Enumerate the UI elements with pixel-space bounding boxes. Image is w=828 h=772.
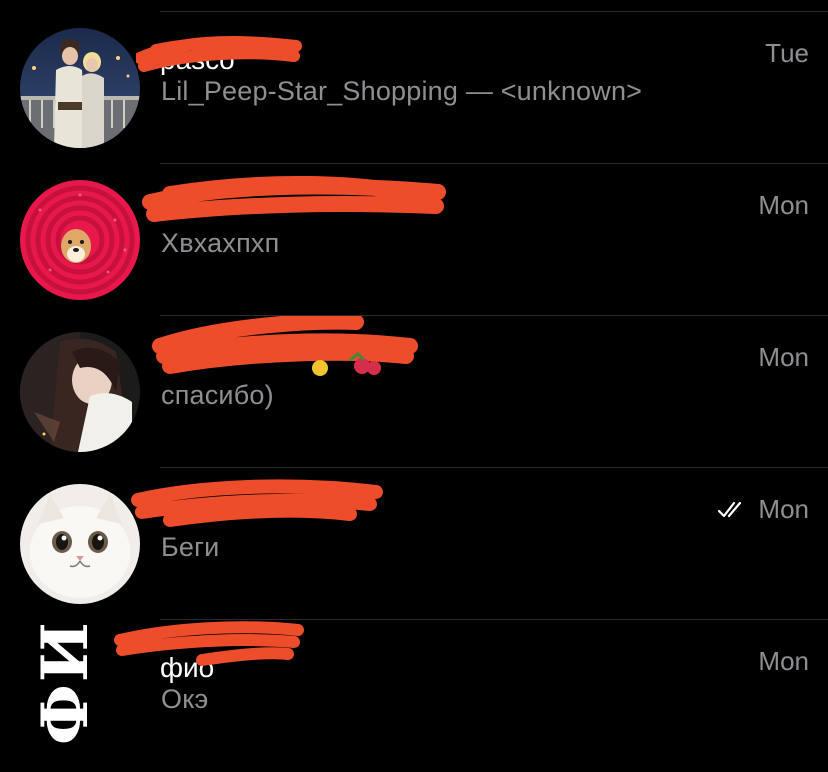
- chat-time: Mon: [758, 646, 809, 677]
- chat-time: Mon: [758, 190, 809, 221]
- time-label: Mon: [758, 494, 809, 524]
- chat-preview: Lil_Peep-Star_Shopping — <unknown>: [161, 76, 643, 106]
- time-label: Tue: [765, 38, 809, 68]
- chat-time: Mon: [758, 342, 809, 373]
- chat-name: pasco: [160, 44, 235, 75]
- time-label: Mon: [758, 342, 809, 372]
- time-label: Mon: [758, 646, 809, 676]
- chat-row[interactable]: Беги Mon: [0, 468, 828, 620]
- chat-preview: Окэ: [161, 684, 209, 714]
- redaction-scribble: [152, 316, 418, 376]
- double-check-icon: [718, 501, 748, 519]
- avatar[interactable]: [20, 484, 140, 604]
- chat-preview: спасибо): [161, 380, 274, 410]
- chat-row[interactable]: pasco Lil_Peep-Star_Shopping — <unknown>…: [0, 12, 828, 164]
- avatar[interactable]: [20, 332, 140, 452]
- chat-row[interactable]: спасибо) Mon: [0, 316, 828, 468]
- avatar[interactable]: ФИО: [18, 625, 128, 762]
- chat-preview: Хвхахпхп: [161, 228, 280, 258]
- avatar[interactable]: [20, 180, 140, 300]
- chat-row[interactable]: Хвхахпхп Mon: [0, 164, 828, 316]
- chat-row[interactable]: ФИО фио Окэ Mon: [0, 620, 828, 772]
- chat-name: фио: [160, 652, 215, 683]
- time-label: Mon: [758, 190, 809, 220]
- chat-time: Tue: [765, 38, 809, 69]
- redaction-scribble: [142, 175, 446, 222]
- avatar-text-logo: ФИО: [28, 625, 103, 745]
- chat-preview: Беги: [161, 532, 220, 562]
- redaction-scribble: [131, 479, 383, 527]
- avatar[interactable]: [20, 28, 140, 148]
- chat-time: Mon: [718, 494, 809, 525]
